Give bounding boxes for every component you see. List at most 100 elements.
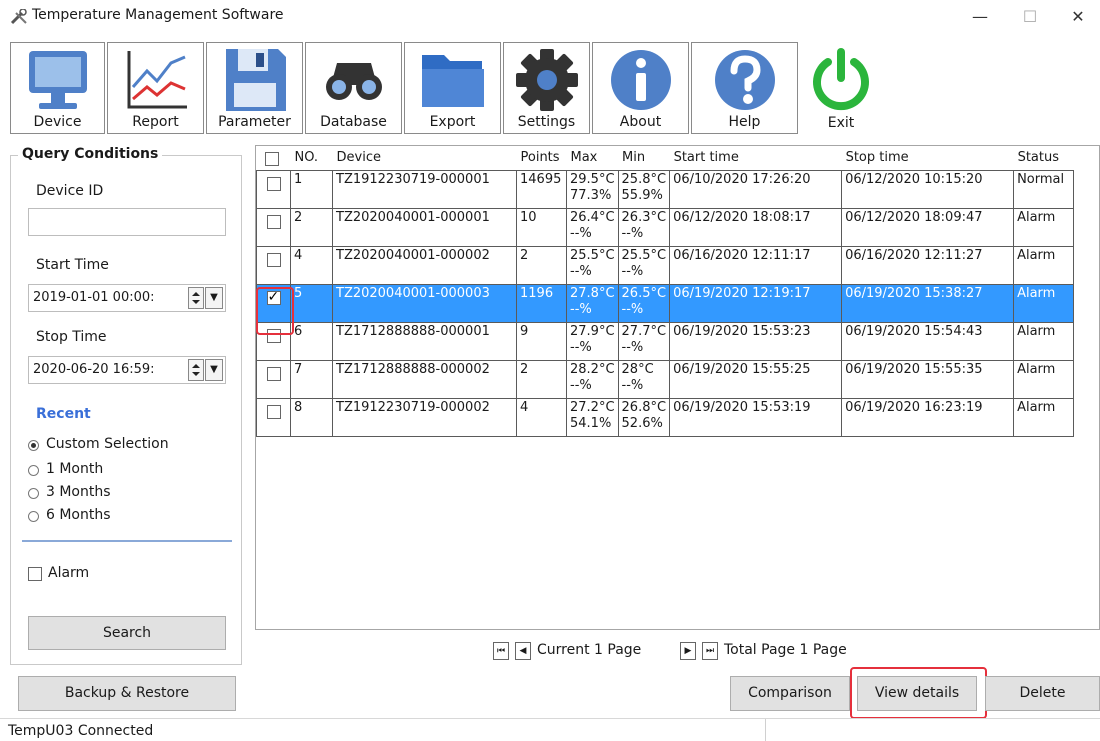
toolbar-settings-button[interactable]: Settings [503,42,590,134]
cell-min: 27.7°C --% [617,321,671,361]
row-checkbox[interactable] [266,404,281,419]
folder-icon [421,55,484,107]
line-chart-icon [127,51,187,109]
cell-no: 1 [290,169,333,209]
info-icon [610,50,671,110]
total-pages-label: Total Page 1 Page [724,642,847,658]
radio-custom-selection[interactable]: Custom Selection [28,436,228,454]
cell-points: 10 [516,207,567,247]
radio-button[interactable] [28,465,39,476]
start-time-dropdown[interactable]: ▼ [205,287,223,309]
comparison-button[interactable]: Comparison [730,676,850,711]
radio-6-months[interactable]: 6 Months [28,507,228,525]
cell-no: 8 [290,397,333,437]
radio-button[interactable] [28,488,39,499]
recent-label: Recent [36,406,91,422]
minimize-button[interactable]: — [960,4,1000,30]
cell-max-temp: 26.4°C [570,209,615,225]
header-max[interactable]: Max [567,146,619,170]
table-row[interactable]: 2 TZ2020040001-000001 10 26.4°C --% 26.3°C --%… [256,207,1075,247]
first-page-button[interactable]: ⏮ [493,642,509,660]
cell-status: Alarm [1013,359,1075,399]
cell-max-temp: 28.2°C [570,361,615,377]
cell-stop-time: 06/19/2020 16:23:19 [841,397,1015,437]
start-time-spinner[interactable] [188,287,204,309]
cell-min: 26.3°C --% [617,207,671,247]
cell-min-humidity: --% [621,301,644,317]
radio-3-months[interactable]: 3 Months [28,484,228,502]
table-row[interactable]: 6 TZ1712888888-000001 9 27.9°C --% 27.7°C --% 0… [256,321,1075,361]
stop-time-spinner[interactable] [188,359,204,381]
connection-status: TempU03 Connected [8,723,154,739]
cell-no: 5 [290,283,333,323]
header-status[interactable]: Status [1014,146,1074,170]
stop-time-picker[interactable]: 2020-06-20 16:59: ▼ [28,356,226,384]
table-row[interactable]: 8 TZ1912230719-000002 4 27.2°C 54.1% 26.8°C 52… [256,397,1075,437]
header-start-time[interactable]: Start time [670,146,842,170]
toolbar-report-button[interactable]: Report [107,42,204,134]
cell-min: 26.5°C --% [617,283,671,323]
row-checkbox[interactable] [266,214,281,229]
header-no[interactable]: NO. [291,146,333,170]
search-button[interactable]: Search [28,616,226,650]
device-id-input[interactable] [28,208,226,236]
radio-1-month[interactable]: 1 Month [28,461,228,479]
close-button[interactable]: ✕ [1058,4,1098,30]
cell-status: Alarm [1013,245,1075,285]
header-device[interactable]: Device [333,146,517,170]
toolbar-parameter-button[interactable]: Parameter [206,42,303,134]
table-row[interactable]: 5TZ2020040001-000003119627.8°C--%26.5°C-… [256,283,1075,323]
header-points[interactable]: Points [517,146,567,170]
radio-label: 1 Month [46,461,104,477]
toolbar-database-button[interactable]: Database [305,42,402,134]
delete-button[interactable]: Delete [985,676,1100,711]
radio-button[interactable] [28,440,39,451]
cell-min-temp: 25.5°C [621,247,667,263]
alarm-checkbox[interactable] [28,567,42,581]
select-all-checkbox[interactable] [264,151,279,166]
backup-restore-button[interactable]: Backup & Restore [18,676,236,711]
toolbar-device-button[interactable]: Device [10,42,105,134]
cell-start-time: 06/10/2020 17:26:20 [669,169,843,209]
next-page-button[interactable]: ▶ [680,642,696,660]
start-time-picker[interactable]: 2019-01-01 00:00: ▼ [28,284,226,312]
toolbar-export-button[interactable]: Export [404,42,501,134]
power-icon [813,48,869,111]
maximize-button[interactable]: ☐ [1010,4,1050,30]
toolbar-help-button[interactable]: Help [691,42,798,134]
spinner-arrows-icon [192,364,200,376]
cell-start-time: 06/16/2020 12:11:17 [669,245,843,285]
toolbar-exit-button[interactable]: Exit [800,42,882,134]
cell-max: 27.2°C 54.1% [566,397,619,437]
cell-max: 29.5°C 77.3% [566,169,619,209]
cell-min-temp: 27.7°C [621,323,667,339]
cell-max: 27.9°C --% [566,321,619,361]
radio-button[interactable] [28,511,39,522]
cell-min-temp: 28°C [621,361,654,377]
table-row[interactable]: 7 TZ1712888888-000002 2 28.2°C --% 28°C --% 06/… [256,359,1075,399]
query-conditions-title: Query Conditions [18,146,163,162]
table-row[interactable]: 4 TZ2020040001-000002 2 25.5°C --% 25.5°C --% 0… [256,245,1075,285]
cell-min-temp: 25.8°C [621,171,667,187]
row-checkbox[interactable] [266,176,281,191]
table-row[interactable]: 1 TZ1912230719-000001 14695 29.5°C 77.3% 25.8… [256,169,1075,209]
cell-min: 26.8°C 52.6% [617,397,671,437]
toolbar-about-button[interactable]: About [592,42,689,134]
cell-max-temp: 29.5°C [570,171,615,187]
window-title: Temperature Management Software [32,7,284,23]
cell-min-humidity: 52.6% [621,415,663,431]
stop-time-dropdown[interactable]: ▼ [205,359,223,381]
header-min[interactable]: Min [618,146,670,170]
cell-status: Alarm [1013,283,1075,323]
row-checkbox[interactable] [266,366,281,381]
previous-page-button[interactable]: ◀ [515,642,531,660]
header-stop-time[interactable]: Stop time [842,146,1014,170]
tools-icon [10,9,27,25]
last-page-button[interactable]: ⏭ [702,642,718,660]
cell-status: Normal [1013,169,1075,209]
row-checkbox[interactable] [266,252,281,267]
cell-device: TZ2020040001-000003 [332,283,517,323]
cell-no: 4 [290,245,333,285]
status-divider [765,719,766,741]
alarm-checkbox-row[interactable]: Alarm [28,565,148,583]
